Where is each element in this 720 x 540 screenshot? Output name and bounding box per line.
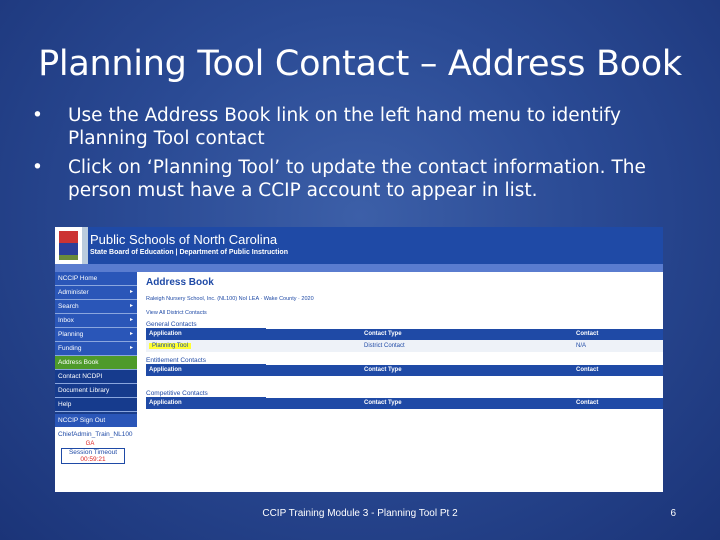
- org-line: Raleigh Nursery School, Inc. (NL100) NoI…: [146, 296, 314, 302]
- bullet-list: Use the Address Book link on the left ha…: [30, 104, 700, 208]
- ccip-screenshot: Public Schools of North Carolina State B…: [55, 227, 663, 492]
- page-title: Address Book: [146, 277, 214, 288]
- section-general-title: General Contacts: [146, 321, 266, 329]
- menu-item-search[interactable]: Search ▸: [55, 300, 137, 314]
- app-header: Public Schools of North Carolina State B…: [55, 227, 663, 264]
- org-name: Public Schools of North Carolina: [90, 232, 278, 247]
- menu-item-funding[interactable]: Funding ▸: [55, 342, 137, 356]
- menu-item-inbox[interactable]: Inbox ▸: [55, 314, 137, 328]
- table-header: Application Contact Type Contact: [146, 398, 663, 409]
- chevron-right-icon: ▸: [129, 317, 133, 323]
- logo-divider: [82, 227, 88, 264]
- session-time: 00:59:21: [80, 456, 106, 463]
- menu-item-planning[interactable]: Planning ▸: [55, 328, 137, 342]
- bullet-2: Click on ‘Planning Tool’ to update the c…: [30, 156, 700, 202]
- page-number: 6: [670, 508, 676, 519]
- left-menu: NCCIP Home Administer ▸ Search ▸ Inbox ▸ Pl…: [55, 272, 137, 464]
- user-name: ChiefAdmin_Train_NL100: [58, 431, 133, 438]
- menu-item-contact-ncdpi[interactable]: Contact NCDPI: [55, 370, 137, 384]
- chevron-right-icon: ▸: [129, 345, 133, 351]
- menu-item-home[interactable]: NCCIP Home: [55, 272, 137, 286]
- table-row: Planning Tool District Contact N/A: [146, 340, 663, 352]
- main-content: Address Book Raleigh Nursery School, Inc…: [146, 272, 663, 409]
- header-bar: [55, 264, 663, 272]
- chevron-right-icon: ▸: [129, 331, 133, 337]
- table-header: Application Contact Type Contact: [146, 329, 663, 340]
- table-header: Application Contact Type Contact: [146, 365, 663, 376]
- bullet-1: Use the Address Book link on the left ha…: [30, 104, 700, 150]
- menu-item-document-library[interactable]: Document Library: [55, 384, 137, 398]
- nc-logo-icon: [55, 227, 82, 264]
- slide-footer: CCIP Training Module 3 - Planning Tool P…: [262, 508, 458, 519]
- planning-tool-link[interactable]: Planning Tool: [149, 343, 191, 349]
- menu-item-address-book[interactable]: Address Book: [55, 356, 137, 370]
- section-entitlement-title: Entitlement Contacts: [146, 357, 266, 365]
- org-subtitle: State Board of Education | Department of…: [90, 249, 288, 256]
- chevron-right-icon: ▸: [129, 289, 133, 295]
- section-competitive-title: Competitive Contacts: [146, 390, 266, 398]
- ga-label: GA: [85, 441, 95, 447]
- menu-item-administer[interactable]: Administer ▸: [55, 286, 137, 300]
- menu-item-help[interactable]: Help: [55, 398, 137, 412]
- session-timeout: Session Timeout 00:59:21: [61, 448, 125, 464]
- signout-button[interactable]: NCCIP Sign Out: [55, 412, 137, 427]
- slide-title: Planning Tool Contact – Address Book: [38, 44, 682, 84]
- chevron-right-icon: ▸: [129, 303, 133, 309]
- view-all-link[interactable]: View All District Contacts: [146, 310, 663, 316]
